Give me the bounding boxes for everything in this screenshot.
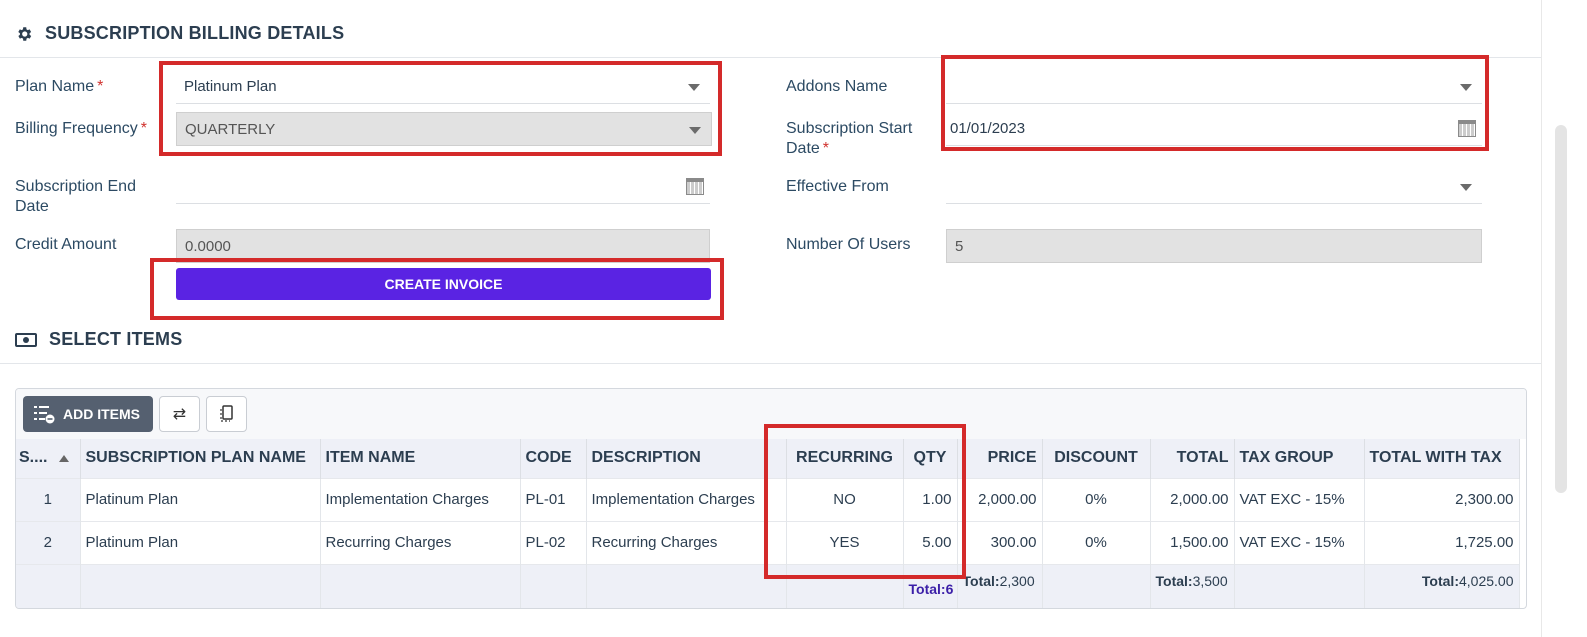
column-header-description[interactable]: DESCRIPTION (586, 439, 787, 478)
copy-icon[interactable] (206, 396, 247, 432)
effective-from-select[interactable] (946, 170, 1482, 204)
plan-name-select[interactable]: Platinum Plan (176, 70, 710, 104)
credit-amount-label: Credit Amount (15, 236, 117, 253)
page-scroll-track (1541, 0, 1542, 637)
table-header-row: S.... SUBSCRIPTION PLAN NAME ITEM NAME C… (16, 439, 1520, 478)
cell-item-name[interactable]: Recurring Charges (320, 520, 521, 564)
column-header-discount[interactable]: DISCOUNT (1042, 439, 1151, 478)
billing-frequency-select[interactable]: QUARTERLY (176, 112, 712, 146)
billing-frequency-label: Billing Frequency * (15, 120, 147, 137)
chevron-down-icon (1460, 84, 1472, 91)
grid-toolbar: ADD ITEMS ⇄ (16, 389, 1526, 439)
cell-price[interactable]: 300.00 (957, 520, 1043, 564)
total-with-tax-sum: Total:4,025.00 (1364, 563, 1520, 608)
footer-cell (520, 563, 587, 608)
column-header-total[interactable]: TOTAL (1150, 439, 1235, 478)
cell-discount[interactable]: 0% (1042, 520, 1151, 564)
items-section-header: SELECT ITEMS (0, 316, 1541, 364)
cell-qty[interactable]: 1.00 (903, 477, 958, 521)
table-row[interactable]: 1 Platinum Plan Implementation Charges P… (16, 477, 1520, 521)
column-header-tax-group[interactable]: TAX GROUP (1234, 439, 1365, 478)
billing-section-title: SUBSCRIPTION BILLING DETAILS (45, 23, 345, 43)
cell-serial: 2 (16, 520, 81, 564)
addons-name-label: Addons Name (786, 78, 888, 95)
cell-plan-name[interactable]: Platinum Plan (80, 477, 321, 521)
page-scrollbar[interactable] (1555, 125, 1567, 493)
column-header-plan-name[interactable]: SUBSCRIPTION PLAN NAME (80, 439, 321, 478)
footer-cell (586, 563, 787, 608)
cell-total: 2,000.00 (1150, 477, 1235, 521)
cell-total: 1,500.00 (1150, 520, 1235, 564)
cell-code[interactable]: PL-02 (520, 520, 587, 564)
cell-description[interactable]: Recurring Charges (586, 520, 787, 564)
calendar-icon[interactable] (686, 178, 704, 195)
cell-recurring[interactable]: NO (786, 477, 904, 521)
cell-total-with-tax: 1,725.00 (1364, 520, 1520, 564)
chevron-down-icon (688, 84, 700, 91)
sort-asc-icon[interactable] (59, 454, 70, 462)
column-header-recurring[interactable]: RECURRING (786, 439, 904, 478)
swap-arrows-icon[interactable]: ⇄ (159, 396, 200, 432)
footer-cell (80, 563, 321, 608)
chevron-down-icon (1460, 184, 1472, 191)
column-header-code[interactable]: CODE (520, 439, 587, 478)
cell-item-name[interactable]: Implementation Charges (320, 477, 521, 521)
items-section-title: SELECT ITEMS (49, 329, 183, 349)
cell-plan-name[interactable]: Platinum Plan (80, 520, 321, 564)
plan-name-label: Plan Name * (15, 78, 104, 95)
cell-serial: 1 (16, 477, 81, 521)
footer-cell (16, 563, 81, 608)
calendar-icon[interactable] (1458, 120, 1476, 137)
chevron-down-icon (689, 127, 701, 134)
cell-description[interactable]: Implementation Charges (586, 477, 787, 521)
number-of-users-input[interactable]: 5 (946, 229, 1482, 263)
cell-discount[interactable]: 0% (1042, 477, 1151, 521)
billing-section-header: SUBSCRIPTION BILLING DETAILS (0, 10, 1541, 58)
credit-amount-input[interactable]: 0.0000 (176, 229, 710, 263)
footer-cell (1042, 563, 1151, 608)
gear-icon (18, 26, 32, 41)
cell-code[interactable]: PL-01 (520, 477, 587, 521)
money-icon (15, 332, 37, 347)
qty-total: Total:6 (903, 563, 958, 608)
end-date-label: Subscription End Date (15, 178, 136, 215)
column-header-serial[interactable]: S.... (16, 439, 81, 478)
column-header-qty[interactable]: QTY (903, 439, 958, 478)
cell-recurring[interactable]: YES (786, 520, 904, 564)
items-grid: ADD ITEMS ⇄ S.... SUBSCRIPTION PLAN NAME… (15, 388, 1527, 609)
price-total: Total:2,300 (957, 563, 1043, 608)
footer-cell (320, 563, 521, 608)
add-items-button[interactable]: ADD ITEMS (23, 396, 153, 432)
cell-qty[interactable]: 5.00 (903, 520, 958, 564)
cell-tax-group[interactable]: VAT EXC - 15% (1234, 520, 1365, 564)
cell-price[interactable]: 2,000.00 (957, 477, 1043, 521)
create-invoice-button[interactable]: CREATE INVOICE (176, 268, 711, 300)
end-date-input[interactable] (176, 170, 710, 204)
number-of-users-label: Number Of Users (786, 236, 911, 253)
total-sum: Total:3,500 (1150, 563, 1235, 608)
cell-total-with-tax: 2,300.00 (1364, 477, 1520, 521)
column-header-item-name[interactable]: ITEM NAME (320, 439, 521, 478)
items-table: S.... SUBSCRIPTION PLAN NAME ITEM NAME C… (16, 439, 1520, 608)
table-footer-row: Total:6 Total:2,300 Total:3,500 Total:4,… (16, 563, 1520, 608)
start-date-input[interactable]: 01/01/2023 (946, 112, 1482, 146)
add-list-icon (34, 406, 55, 424)
table-row[interactable]: 2 Platinum Plan Recurring Charges PL-02 … (16, 520, 1520, 564)
addons-name-select[interactable] (946, 70, 1482, 104)
column-header-price[interactable]: PRICE (957, 439, 1043, 478)
start-date-label: Subscription Start Date * (786, 120, 913, 157)
cell-tax-group[interactable]: VAT EXC - 15% (1234, 477, 1365, 521)
column-header-total-with-tax[interactable]: TOTAL WITH TAX (1364, 439, 1520, 478)
footer-cell (786, 563, 904, 608)
footer-cell (1234, 563, 1365, 608)
effective-from-label: Effective From (786, 178, 889, 195)
